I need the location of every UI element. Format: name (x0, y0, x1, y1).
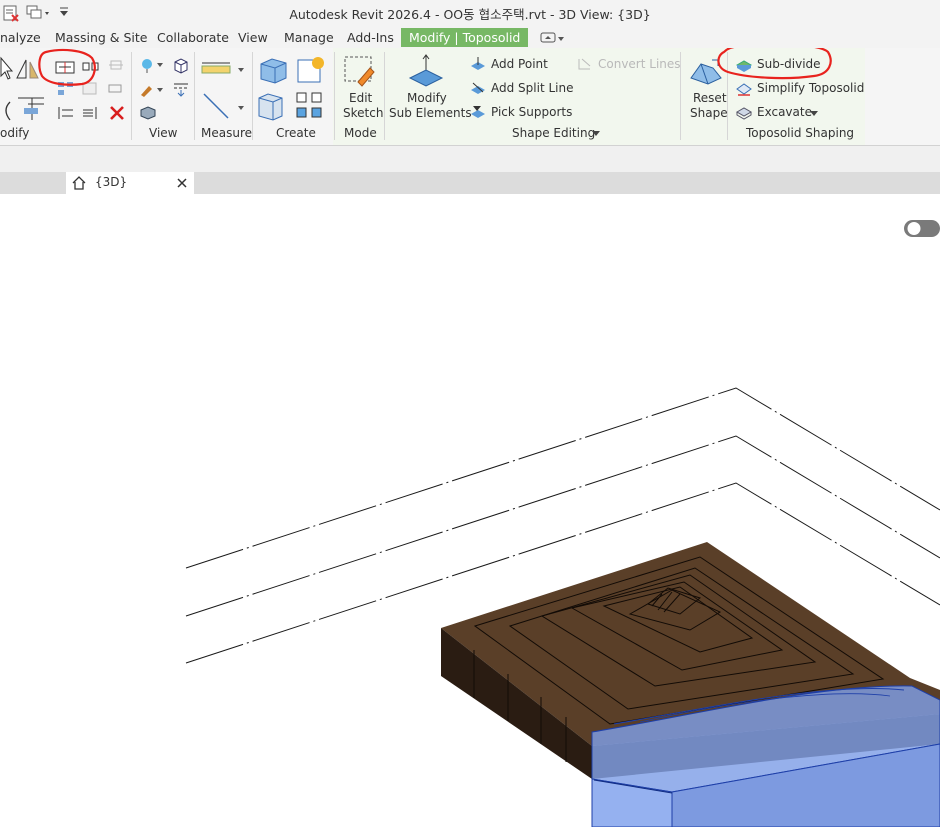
ribbon: odify View Measure Create Edit Sketch Mo… (0, 48, 940, 146)
red-annotation-marks (38, 48, 832, 86)
view-tab-bar: {3D} (0, 172, 940, 194)
view-tab-label: {3D} (95, 175, 128, 189)
title-bar: Autodesk Revit 2026.4 - OO동 협소주택.rvt - 3… (0, 0, 940, 26)
toposolid-model-view (185, 387, 940, 827)
close-icon[interactable] (176, 177, 188, 189)
ribbon-tabs: nalyze Massing & Site Collaborate View M… (0, 26, 940, 49)
tab-view[interactable]: View (238, 28, 268, 47)
home-icon (72, 176, 86, 190)
panel-display-toggle-icon[interactable] (538, 32, 566, 46)
tab-add-ins[interactable]: Add-Ins (347, 28, 394, 47)
window-title: Autodesk Revit 2026.4 - OO동 협소주택.rvt - 3… (289, 7, 651, 22)
3d-view-canvas[interactable] (0, 194, 940, 827)
tab-modify-toposolid[interactable]: Modify | Toposolid (401, 28, 529, 47)
tab-collaborate[interactable]: Collaborate (157, 28, 229, 47)
tab-manage[interactable]: Manage (284, 28, 334, 47)
tab-analyze[interactable]: nalyze (0, 28, 41, 47)
tab-massing-site[interactable]: Massing & Site (55, 28, 148, 47)
view-tab-3d[interactable]: {3D} (66, 172, 194, 194)
options-bar (0, 146, 940, 173)
